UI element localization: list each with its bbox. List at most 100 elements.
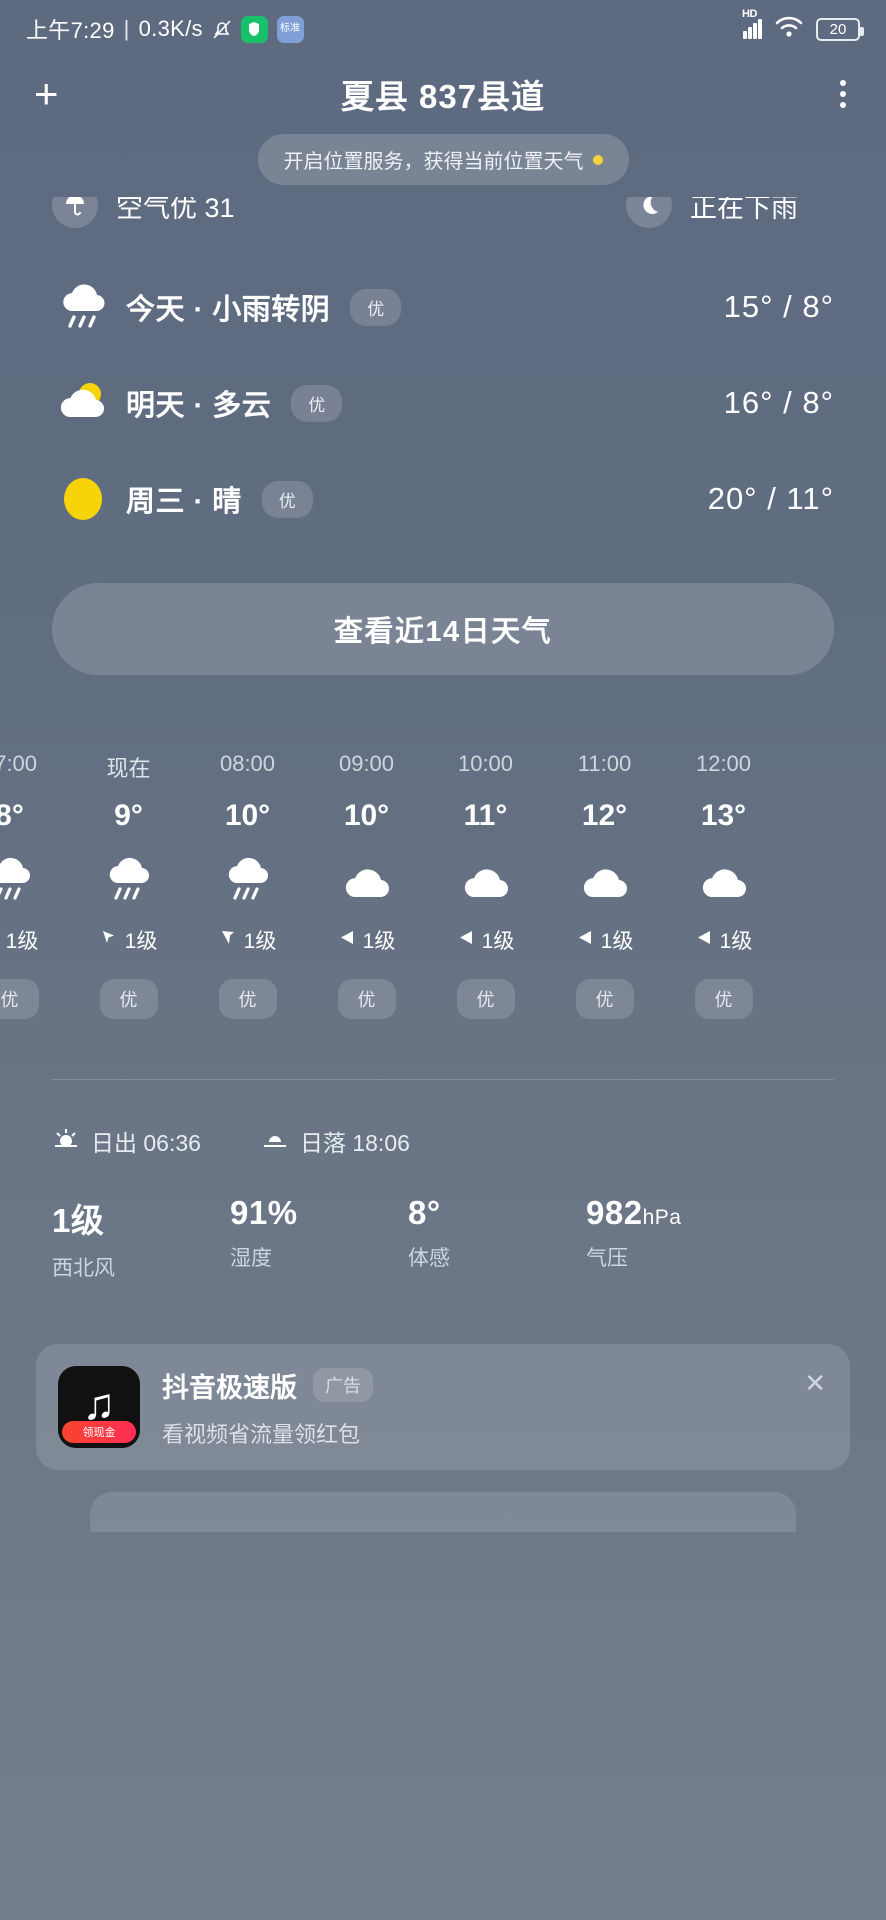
hourly-time: 现在 bbox=[106, 756, 151, 781]
tiktok-app-icon: ♫ 领现金 bbox=[58, 1366, 140, 1448]
daily-row-today[interactable]: 今天 · 小雨转阴 优 15° / 8° bbox=[52, 259, 834, 355]
close-icon[interactable]: ✕ bbox=[804, 1370, 826, 1396]
hourly-forecast-column[interactable]: 08:00 10° 1级优 bbox=[188, 751, 307, 1019]
daily-temperature: 15° / 8° bbox=[723, 289, 834, 324]
wind-direction-icon bbox=[338, 928, 357, 953]
hourly-aqi-badge: 优 bbox=[456, 979, 515, 1019]
hourly-time: 07:00 bbox=[0, 751, 38, 776]
hourly-wind-label: 1级 bbox=[600, 930, 634, 953]
sunrise-label: 日出 06:36 bbox=[91, 1130, 201, 1156]
hourly-forecast-column[interactable]: 07:00 8° 1级优 bbox=[0, 751, 69, 1019]
status-netspeed: 0.3K/s bbox=[138, 16, 203, 41]
status-time: 上午7:29 bbox=[26, 18, 115, 43]
metric-label: 湿度 bbox=[230, 1247, 272, 1270]
wind-direction-icon bbox=[457, 928, 476, 953]
wifi-icon bbox=[774, 15, 804, 43]
enable-location-banner[interactable]: 开启位置服务，获得当前位置天气 bbox=[257, 134, 629, 185]
status-dot-icon bbox=[592, 154, 603, 165]
ad-title: 抖音极速版 bbox=[162, 1372, 297, 1403]
hourly-forecast-column[interactable]: 10:00 11° 1级优 bbox=[426, 751, 545, 1019]
aqi-badge: 优 bbox=[261, 480, 313, 518]
hourly-time: 09:00 bbox=[338, 751, 395, 776]
hourly-wind-label: 1级 bbox=[481, 930, 515, 953]
daily-row-wednesday[interactable]: 周三 · 晴 优 20° / 11° bbox=[52, 451, 834, 547]
rain-icon bbox=[0, 849, 36, 919]
metric-value: 982 bbox=[586, 1194, 643, 1231]
hourly-wind: 1级 bbox=[100, 925, 158, 955]
rain-icon bbox=[103, 849, 155, 919]
hourly-temperature: 8° bbox=[0, 799, 24, 832]
sunrise-item: 日出 06:36 bbox=[52, 1124, 201, 1158]
hourly-wind: 1级 bbox=[0, 925, 39, 955]
aqi-badge: 优 bbox=[350, 288, 402, 326]
metric-humidity: 91% 湿度 bbox=[230, 1194, 408, 1282]
sunset-icon bbox=[261, 1127, 289, 1155]
hourly-time: 11:00 bbox=[577, 751, 632, 776]
daily-label: 周三 · 晴 bbox=[126, 486, 242, 518]
view-14-day-forecast-button[interactable]: 查看近14日天气 bbox=[52, 583, 834, 675]
ad-subtitle: 看视频省流量领红包 bbox=[162, 1421, 361, 1447]
page-title: 夏县 837县道 bbox=[340, 78, 546, 115]
sun-icon bbox=[52, 473, 114, 525]
aqi-summary-label: 空气优 31 bbox=[116, 197, 235, 223]
cloud-icon bbox=[338, 849, 396, 919]
partly-sunny-icon bbox=[52, 379, 114, 427]
daily-label: 今天 · 小雨转阴 bbox=[126, 294, 331, 326]
cellular-signal-icon: HD bbox=[742, 8, 762, 39]
sun-times-row: 日出 06:36 日落 18:06 bbox=[0, 1124, 886, 1158]
rain-status-label: 正在下雨 bbox=[690, 197, 798, 223]
advertisement-card[interactable]: ♫ 领现金 抖音极速版 广告 看视频省流量领红包 ✕ bbox=[36, 1344, 850, 1470]
metric-feels-like: 8° 体感 bbox=[408, 1194, 586, 1282]
hourly-aqi-badge: 优 bbox=[337, 979, 396, 1019]
aqi-badge: 优 bbox=[291, 384, 343, 422]
hourly-time: 12:00 bbox=[695, 751, 752, 776]
hourly-temperature: 11° bbox=[463, 799, 508, 832]
hourly-aqi-badge: 优 bbox=[694, 979, 753, 1019]
bell-muted-icon bbox=[212, 18, 232, 40]
metric-value: 8° bbox=[408, 1194, 441, 1231]
hourly-wind-label: 1级 bbox=[124, 930, 158, 953]
metric-label: 体感 bbox=[408, 1247, 450, 1270]
daily-forecast-list: 今天 · 小雨转阴 优 15° / 8° 明天 · 多云 优 16° / 8° … bbox=[0, 259, 886, 547]
hourly-forecast-column[interactable]: 11:00 12° 1级优 bbox=[545, 751, 664, 1019]
cash-badge-label: 领现金 bbox=[62, 1421, 136, 1443]
daily-row-tomorrow[interactable]: 明天 · 多云 优 16° / 8° bbox=[52, 355, 834, 451]
hourly-forecast-column[interactable]: 09:00 10° 1级优 bbox=[307, 751, 426, 1019]
hourly-forecast-column[interactable]: 12:00 13° 1级优 bbox=[664, 751, 783, 1019]
wind-direction-icon bbox=[695, 928, 714, 953]
ad-tag: 广告 bbox=[313, 1368, 373, 1402]
weather-metrics-row: 1级 西北风 91% 湿度 8° 体感 982hPa 气压 bbox=[0, 1194, 886, 1282]
wind-direction-icon bbox=[219, 928, 238, 953]
next-card-peek bbox=[90, 1492, 796, 1532]
hourly-aqi-badge: 优 bbox=[99, 979, 158, 1019]
shield-app-icon bbox=[240, 15, 268, 43]
status-separator: | bbox=[123, 16, 130, 41]
metric-label: 西北风 bbox=[52, 1257, 115, 1280]
hourly-wind-label: 1级 bbox=[243, 930, 277, 953]
section-divider bbox=[52, 1079, 834, 1080]
metric-wind: 1级 西北风 bbox=[52, 1194, 230, 1282]
umbrella-icon bbox=[52, 197, 98, 228]
hourly-time: 08:00 bbox=[219, 751, 276, 776]
metric-unit: hPa bbox=[642, 1206, 682, 1229]
daily-label: 明天 · 多云 bbox=[126, 390, 272, 422]
hourly-wind: 1级 bbox=[457, 925, 515, 955]
hourly-wind: 1级 bbox=[576, 925, 634, 955]
battery-indicator: 20 bbox=[816, 17, 864, 41]
view-14-day-forecast-label: 查看近14日天气 bbox=[333, 616, 553, 648]
hourly-wind-label: 1级 bbox=[5, 930, 39, 953]
hourly-temperature: 12° bbox=[581, 799, 628, 832]
sunset-item: 日落 18:06 bbox=[261, 1124, 410, 1158]
metric-value: 1级 bbox=[52, 1202, 105, 1239]
app-header: + 夏县 837县道 bbox=[0, 58, 886, 130]
status-bar: 上午7:29 | 0.3K/s 标准 HD 20 bbox=[0, 0, 886, 58]
daily-temperature: 16° / 8° bbox=[723, 385, 834, 420]
hourly-aqi-badge: 优 bbox=[0, 979, 39, 1019]
hourly-temperature: 10° bbox=[343, 799, 390, 832]
hourly-aqi-badge: 优 bbox=[575, 979, 634, 1019]
hourly-wind-label: 1级 bbox=[362, 930, 396, 953]
metric-value: 91% bbox=[230, 1194, 298, 1231]
hourly-wind: 1级 bbox=[695, 925, 752, 955]
hourly-forecast-scroller[interactable]: 07:008°1级优现在9°1级优08:0010°1级优09:0010°1级优1… bbox=[0, 751, 886, 1061]
hourly-forecast-column[interactable]: 现在 9° 1级优 bbox=[69, 751, 188, 1019]
